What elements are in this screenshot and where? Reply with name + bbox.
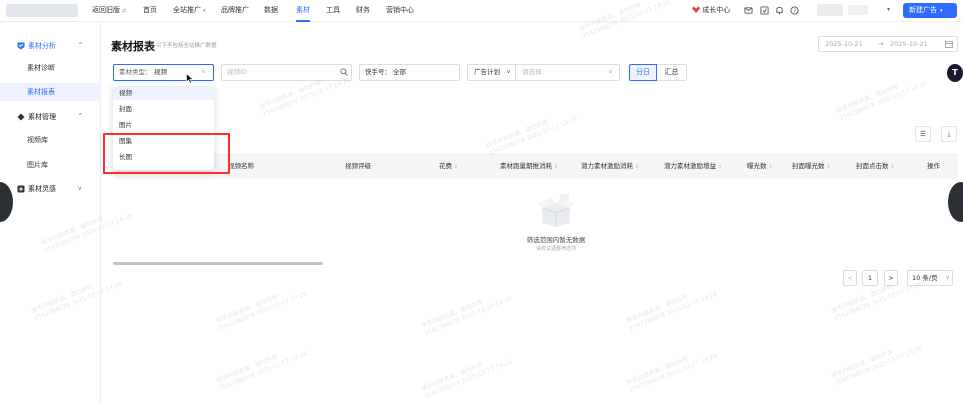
logo bbox=[6, 4, 78, 17]
calendar-icon bbox=[945, 41, 953, 48]
material-type-select[interactable]: 素材类型： 视频 v bbox=[113, 64, 214, 81]
toggle-daily[interactable]: 分日 bbox=[629, 64, 657, 81]
sidebar-item-material-report[interactable]: 素材报表 bbox=[0, 83, 101, 101]
date-start: 2025-10-21 bbox=[825, 40, 863, 48]
column-header[interactable]: 潜力素材激励消耗 ⇕ bbox=[581, 153, 639, 179]
message-icon[interactable] bbox=[744, 6, 753, 15]
column-header[interactable]: 花费 ⇕ bbox=[439, 153, 458, 179]
material-type-value: 视频 bbox=[154, 68, 167, 76]
nav-home[interactable]: 首页 bbox=[143, 0, 157, 22]
sort-icon[interactable]: ⇕ bbox=[891, 164, 895, 170]
nav-brand-promotion[interactable]: 品牌推广 bbox=[221, 0, 249, 22]
kuaishou-value: 全部 bbox=[393, 68, 406, 76]
highlight-annotation-box bbox=[103, 133, 230, 174]
chevron-up-icon: ^ bbox=[78, 42, 84, 49]
column-header[interactable]: 封面曝光数 ⇕ bbox=[792, 153, 831, 179]
empty-box-icon bbox=[538, 194, 574, 227]
column-header[interactable]: 视频评级 bbox=[345, 153, 371, 179]
empty-state-title: 筛选范围内暂无数据 bbox=[526, 236, 586, 244]
search-icon[interactable] bbox=[340, 68, 348, 76]
notification-icon[interactable] bbox=[775, 6, 784, 15]
box-icon[interactable] bbox=[760, 6, 769, 15]
empty-state-subtitle: 请尝试调整筛选项 bbox=[535, 246, 576, 252]
toggle-summary[interactable]: 汇总 bbox=[657, 64, 687, 81]
date-separator: → bbox=[878, 40, 884, 48]
nav-finance[interactable]: 财务 bbox=[356, 0, 370, 22]
chevron-down-icon: v bbox=[202, 69, 205, 75]
material-type-label: 素材类型： bbox=[119, 68, 152, 76]
table-header: 视频名称 视频评级 花费 ⇕ 素材跑量期推消耗 ⇕ 潜力素材激励消耗 ⇕ 潜力素材激励… bbox=[113, 153, 958, 179]
page-number-button[interactable]: 1 bbox=[862, 270, 878, 286]
ad-plan-label: 广告计划 bbox=[474, 68, 500, 76]
nav-all-site-promotion[interactable]: 全站推广 ▾ bbox=[173, 0, 206, 22]
dropdown-option-cover[interactable]: 封面 bbox=[113, 102, 214, 116]
page-size-value: 10 条/页 bbox=[912, 274, 938, 282]
page-subtitle: 以下不包括全站推广数据 bbox=[156, 43, 217, 49]
nav-material[interactable]: 素材 bbox=[296, 0, 310, 22]
back-to-old-version-link[interactable]: 返回旧版 ⇄ bbox=[92, 0, 126, 22]
column-header[interactable]: 潜力素材激励增益 ⇕ bbox=[664, 153, 722, 179]
sort-icon[interactable]: ⇕ bbox=[635, 164, 639, 170]
page-title: 素材报表 bbox=[111, 40, 155, 53]
nav-data[interactable]: 数据 bbox=[264, 0, 278, 22]
top-nav-bar: 返回旧版 ⇄ 首页 全站推广 ▾ 品牌推广 数据 素材 工具 财务 营销中心 成长中… bbox=[0, 0, 963, 22]
kuaishou-label: 快手号： bbox=[365, 68, 391, 76]
account-name[interactable] bbox=[848, 5, 868, 15]
column-header: 操作 bbox=[927, 162, 940, 170]
new-ad-button[interactable]: 新建广告 ▾ bbox=[903, 3, 957, 18]
sidebar-group-material-management[interactable]: 素材管理 ^ bbox=[0, 107, 101, 127]
sort-icon[interactable]: ⇕ bbox=[827, 164, 831, 170]
growth-center-icon bbox=[692, 6, 700, 13]
chevron-down-icon: v bbox=[78, 185, 82, 192]
sidebar: 素材分析 ^ 素材诊断 素材报表 素材管理 ^ 视频库 图片库 素材灵感 v bbox=[0, 22, 101, 404]
dropdown-option-image[interactable]: 图片 bbox=[113, 118, 214, 132]
next-page-button[interactable]: > bbox=[884, 270, 898, 286]
kuaishou-account-select[interactable]: 快手号： 全部 bbox=[359, 64, 460, 81]
sidebar-item-material-diagnosis[interactable]: 素材诊断 bbox=[0, 59, 101, 77]
sort-icon[interactable]: ⇕ bbox=[769, 164, 773, 170]
main-content: 素材报表 以下不包括全站推广数据 2025-10-21 → 2025-10-21… bbox=[101, 22, 963, 404]
column-header[interactable]: 曝光数 ⇕ bbox=[747, 153, 773, 179]
video-id-placeholder: 视频ID bbox=[227, 68, 247, 76]
material-icon bbox=[17, 113, 25, 121]
chevron-down-icon: ▾ bbox=[940, 8, 943, 14]
cursor-icon bbox=[186, 73, 194, 84]
sort-icon[interactable]: ⇕ bbox=[554, 164, 558, 170]
sidebar-group-material-analysis[interactable]: 素材分析 ^ bbox=[0, 36, 101, 56]
page-size-select[interactable]: 10 条/页 v bbox=[907, 270, 953, 286]
download-icon[interactable]: ⤓ bbox=[941, 126, 957, 142]
chevron-down-icon: v bbox=[609, 69, 612, 75]
chevron-down-icon: ▾ bbox=[203, 8, 206, 14]
growth-center-link[interactable]: 成长中心 bbox=[692, 0, 730, 22]
date-end: 2025-10-21 bbox=[890, 40, 928, 48]
column-header[interactable]: 素材跑量期推消耗 ⇕ bbox=[500, 153, 558, 179]
inspiration-icon bbox=[17, 185, 25, 193]
column-settings-icon[interactable]: ☰ bbox=[915, 126, 931, 142]
help-icon[interactable]: ? bbox=[790, 6, 799, 15]
chevron-down-icon[interactable]: ▾ bbox=[887, 6, 890, 13]
ad-plan-placeholder: 请选择 bbox=[522, 68, 542, 76]
avatar[interactable] bbox=[817, 4, 843, 16]
nav-tools[interactable]: 工具 bbox=[326, 0, 340, 22]
prev-page-button[interactable]: < bbox=[843, 270, 857, 286]
chart-icon bbox=[17, 42, 25, 50]
chevron-down-icon: v bbox=[946, 275, 949, 281]
dropdown-option-video[interactable]: 视频 bbox=[113, 86, 214, 100]
ad-plan-select[interactable]: 广告计划 v 请选择 v bbox=[467, 64, 620, 81]
nav-marketing-center[interactable]: 营销中心 bbox=[386, 0, 414, 22]
date-range-picker[interactable]: 2025-10-21 → 2025-10-21 bbox=[818, 36, 958, 52]
sidebar-item-image-library[interactable]: 图片库 bbox=[0, 156, 101, 174]
video-id-input[interactable]: 视频ID bbox=[221, 64, 352, 81]
column-header[interactable]: 封面点击数 ⇕ bbox=[856, 153, 895, 179]
sort-icon[interactable]: ⇕ bbox=[718, 164, 722, 170]
sidebar-group-material-inspiration[interactable]: 素材灵感 v bbox=[0, 179, 101, 199]
sort-icon[interactable]: ⇕ bbox=[454, 164, 458, 170]
svg-text:?: ? bbox=[793, 8, 796, 14]
chevron-down-icon: v bbox=[507, 69, 510, 75]
horizontal-scrollbar[interactable] bbox=[113, 262, 323, 265]
column-header[interactable]: 视频名称 bbox=[228, 153, 254, 179]
chevron-up-icon: ^ bbox=[78, 113, 84, 120]
sidebar-item-video-library[interactable]: 视频库 bbox=[0, 131, 101, 149]
